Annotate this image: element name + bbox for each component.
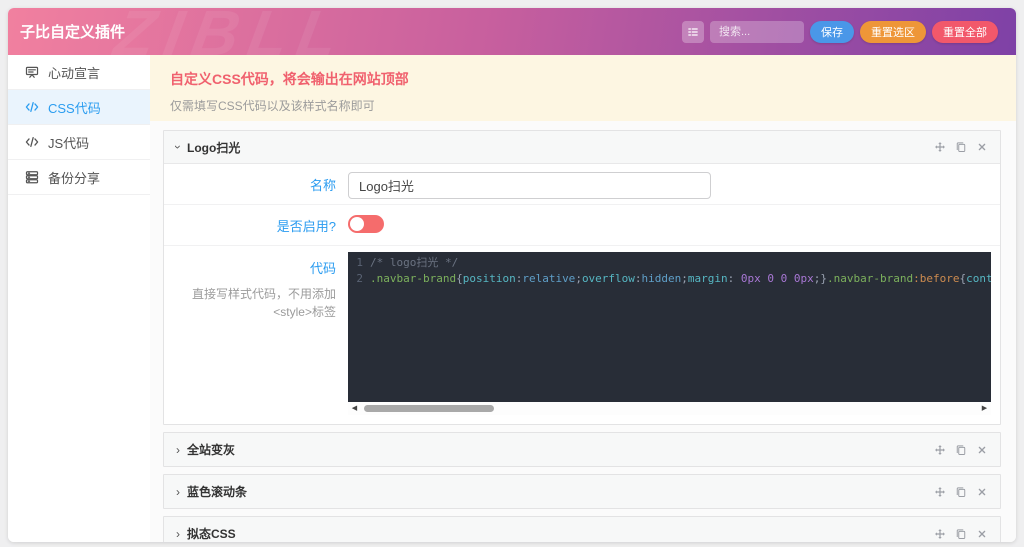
close-icon[interactable] (976, 486, 988, 498)
header-actions: 保存 重置选区 重置全部 (682, 21, 1016, 43)
content-area: 自定义CSS代码，将会输出在网站顶部 仅需填写CSS代码以及该样式名称即可 › … (150, 55, 1016, 542)
panel-site-gray: › 全站变灰 (163, 432, 1001, 467)
code-hint: 直接写样式代码，不用添加<style>标签 (164, 285, 336, 321)
panel-title: 全站变灰 (187, 441, 235, 458)
panel-title: 拟态CSS (187, 525, 236, 542)
chevron-right-icon: › (176, 528, 180, 540)
copy-icon[interactable] (955, 141, 967, 153)
sidebar-item-label: CSS代码 (48, 98, 101, 117)
code-label: 代码 (310, 261, 336, 276)
server-icon (25, 170, 39, 184)
panel-logo-shine: › Logo扫光 (163, 130, 1001, 425)
panel-header[interactable]: › 全站变灰 (164, 433, 1000, 466)
code-editor-lines[interactable]: 1/* logo扫光 */2.navbar-brand{position:rel… (348, 252, 991, 402)
sidebar-item-js[interactable]: JS代码 (8, 125, 150, 160)
chevron-down-icon: › (172, 145, 184, 149)
chevron-right-icon: › (176, 486, 180, 498)
panel-title: 蓝色滚动条 (187, 483, 247, 500)
reset-all-button[interactable]: 重置全部 (932, 21, 998, 43)
brand-watermark: ZIBLL (109, 8, 353, 55)
panel-tools (934, 444, 988, 456)
move-icon[interactable] (934, 444, 946, 456)
notice-banner: 自定义CSS代码，将会输出在网站顶部 仅需填写CSS代码以及该样式名称即可 (150, 55, 1016, 121)
reset-selection-button[interactable]: 重置选区 (860, 21, 926, 43)
scrollbar-thumb[interactable] (364, 405, 494, 412)
code-icon (25, 135, 39, 149)
form-row-name: 名称 (164, 164, 1000, 205)
sidebar: 心动宣言 CSS代码 JS代码 (8, 55, 150, 542)
notice-subtitle: 仅需填写CSS代码以及该样式名称即可 (170, 97, 996, 114)
scroll-right-arrow-icon[interactable]: ▶ (978, 402, 991, 415)
enable-toggle[interactable] (348, 215, 384, 233)
panel-header[interactable]: › 拟态CSS (164, 517, 1000, 542)
panel-blue-scrollbar: › 蓝色滚动条 (163, 474, 1001, 509)
panels-list: › Logo扫光 (150, 121, 1016, 542)
toggle-knob (350, 217, 364, 231)
billboard-icon (25, 65, 39, 79)
close-icon[interactable] (976, 444, 988, 456)
close-icon[interactable] (976, 528, 988, 540)
sidebar-item-label: JS代码 (48, 133, 89, 152)
code-editor[interactable]: 1/* logo扫光 */2.navbar-brand{position:rel… (348, 252, 991, 415)
menu-toggle-button[interactable] (682, 21, 704, 43)
editor-horizontal-scrollbar[interactable]: ◀ ▶ (348, 402, 991, 415)
scroll-left-arrow-icon[interactable]: ◀ (348, 402, 361, 415)
sidebar-item-css[interactable]: CSS代码 (8, 90, 150, 125)
form-row-enable: 是否启用? (164, 205, 1000, 246)
name-input[interactable] (348, 172, 711, 199)
copy-icon[interactable] (955, 528, 967, 540)
sidebar-item-label: 备份分享 (48, 168, 100, 187)
header: ZIBLL 子比自定义插件 保存 重置选区 重置全部 (8, 8, 1016, 55)
sidebar-item-label: 心动宣言 (48, 63, 100, 82)
move-icon[interactable] (934, 141, 946, 153)
enable-label: 是否启用? (277, 219, 336, 234)
copy-icon[interactable] (955, 486, 967, 498)
name-label: 名称 (310, 178, 336, 193)
save-button[interactable]: 保存 (810, 21, 854, 43)
plugin-panel: ZIBLL 子比自定义插件 保存 重置选区 重置全部 心动宣言 (8, 8, 1016, 542)
sidebar-item-heartbeat[interactable]: 心动宣言 (8, 55, 150, 90)
code-icon (25, 100, 39, 114)
close-icon[interactable] (976, 141, 988, 153)
sidebar-item-backup[interactable]: 备份分享 (8, 160, 150, 195)
chevron-right-icon: › (176, 444, 180, 456)
scrollbar-track[interactable] (361, 402, 978, 415)
notice-title: 自定义CSS代码，将会输出在网站顶部 (170, 69, 996, 89)
panel-header[interactable]: › Logo扫光 (164, 131, 1000, 164)
move-icon[interactable] (934, 528, 946, 540)
copy-icon[interactable] (955, 444, 967, 456)
panel-tools (934, 486, 988, 498)
page-title: 子比自定义插件 (8, 21, 125, 42)
panel-title: Logo扫光 (187, 139, 240, 156)
panel-tools (934, 141, 988, 153)
move-icon[interactable] (934, 486, 946, 498)
form-row-code: 代码 直接写样式代码，不用添加<style>标签 1/* logo扫光 */2.… (164, 246, 1000, 424)
panel-body: 名称 是否启用? (164, 164, 1000, 424)
panel-neumorphism-css: › 拟态CSS (163, 516, 1001, 542)
panel-header[interactable]: › 蓝色滚动条 (164, 475, 1000, 508)
panel-tools (934, 528, 988, 540)
list-icon (687, 26, 699, 38)
search-input[interactable] (710, 21, 804, 43)
